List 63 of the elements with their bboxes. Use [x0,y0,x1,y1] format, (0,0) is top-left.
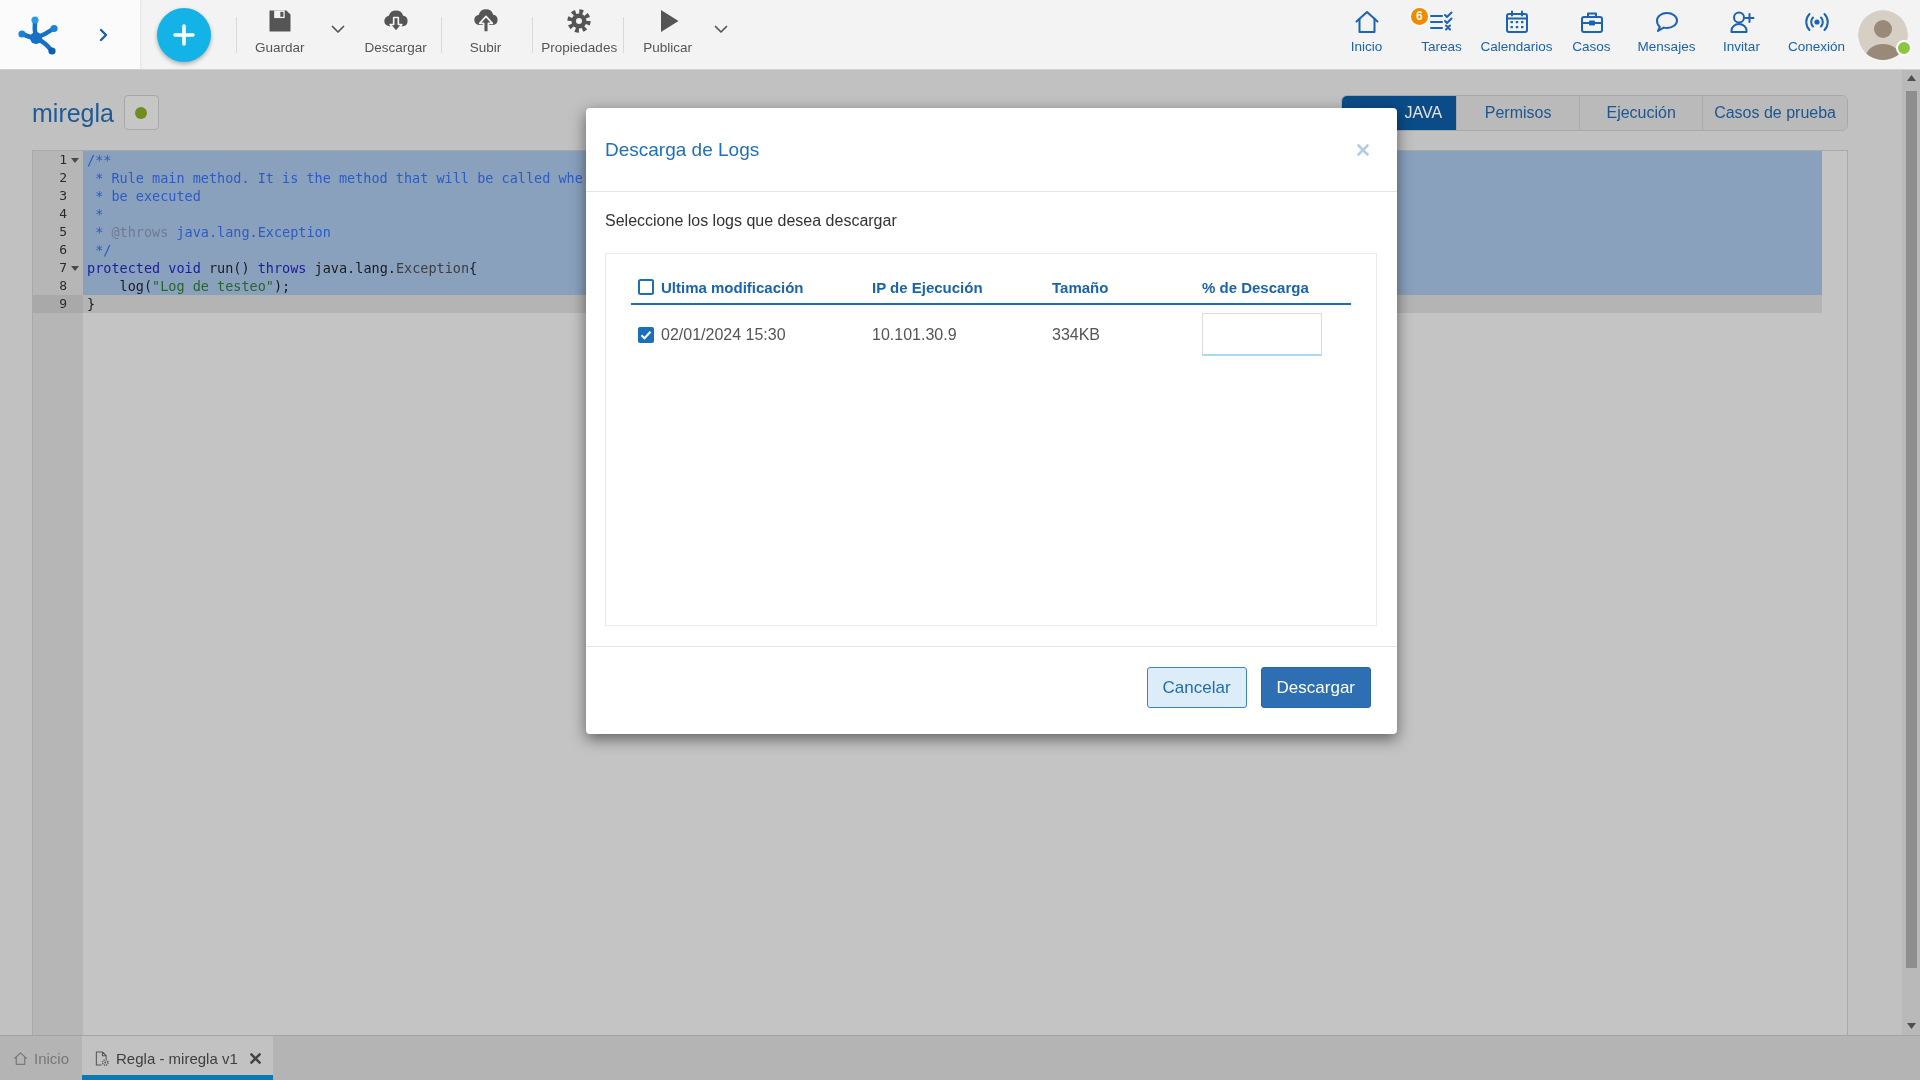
cloud-upload-icon [471,7,500,35]
download-button[interactable]: Descargar [1260,667,1371,708]
expand-button[interactable] [99,27,109,42]
speech-bubble-icon [1653,9,1680,35]
messages-button[interactable]: Mensajes [1629,0,1704,60]
plus-icon [172,22,196,47]
connection-button[interactable]: Conexión [1779,0,1854,60]
calendar-icon [1503,9,1530,35]
line-number: 3 [58,187,68,205]
column-header[interactable]: Ultima modificación [661,278,804,296]
home-icon [13,1050,28,1066]
tab[interactable]: Casos de prueba [1702,95,1847,130]
line-number: 4 [58,205,68,223]
dropdown-button[interactable] [330,25,345,34]
fold-arrow-icon[interactable] [71,157,79,163]
chevron-down-icon [330,25,345,34]
table-cell: 02/01/2024 15:30 [661,325,786,344]
checkbox[interactable] [638,326,654,343]
add-user-icon [1728,9,1755,35]
line-number: 1 [58,151,68,169]
chevron-right-icon [99,27,109,42]
page-title: miregla [32,97,114,128]
tab[interactable]: Ejecución [1579,95,1703,130]
tab[interactable]: Regla - miregla v1 [82,1036,273,1080]
line-number: 6 [58,241,68,259]
close-icon [1357,143,1369,156]
dropdown-button[interactable] [713,25,728,34]
line-number: 7 [58,259,68,277]
tab[interactable]: Permisos [1456,95,1580,130]
line-number: 9 [33,295,83,313]
home-button[interactable]: Inicio [1329,0,1404,60]
invite-button[interactable]: Invitar [1704,0,1779,60]
tasks-button[interactable]: Tareas 6 [1404,0,1479,60]
home-icon [1353,9,1380,35]
line-number: 8 [58,277,68,295]
count-badge: 6 [1411,8,1428,25]
publish-button[interactable]: Publicar [637,0,698,60]
scroll-up-icon[interactable] [1906,75,1916,81]
create-button[interactable] [157,7,211,62]
scroll-down-icon[interactable] [1906,1023,1916,1029]
logo-icon[interactable] [18,14,58,55]
avatar[interactable] [1858,9,1908,60]
scrollbar-thumb[interactable] [1905,91,1917,968]
line-number: 5 [58,223,68,241]
calendar-button[interactable]: Calendarios [1479,0,1554,60]
upload-button[interactable]: Subir [463,0,508,60]
column-header[interactable]: % de Descarga [1195,278,1351,296]
table-cell-text: 10.101.30.9 [871,325,958,344]
download-button[interactable]: Descargar [358,0,433,60]
table-cell-text: 334KB [1051,325,1102,344]
line-number: 2 [58,169,68,187]
save-button[interactable]: Guardar [249,0,311,60]
properties-button[interactable]: Propiedades [535,0,624,60]
cancel-button[interactable]: Cancelar [1146,667,1247,708]
document-gear-icon [94,1050,110,1066]
column-header[interactable]: Tamaño [1045,278,1195,296]
column-header[interactable]: IP de Ejecución [865,278,1045,296]
cases-button[interactable]: Casos [1554,0,1629,60]
chevron-down-icon [713,25,728,34]
close-icon[interactable] [249,1052,261,1064]
checkbox[interactable] [638,279,654,295]
fold-arrow-icon[interactable] [71,265,79,271]
gear-icon [565,7,594,35]
